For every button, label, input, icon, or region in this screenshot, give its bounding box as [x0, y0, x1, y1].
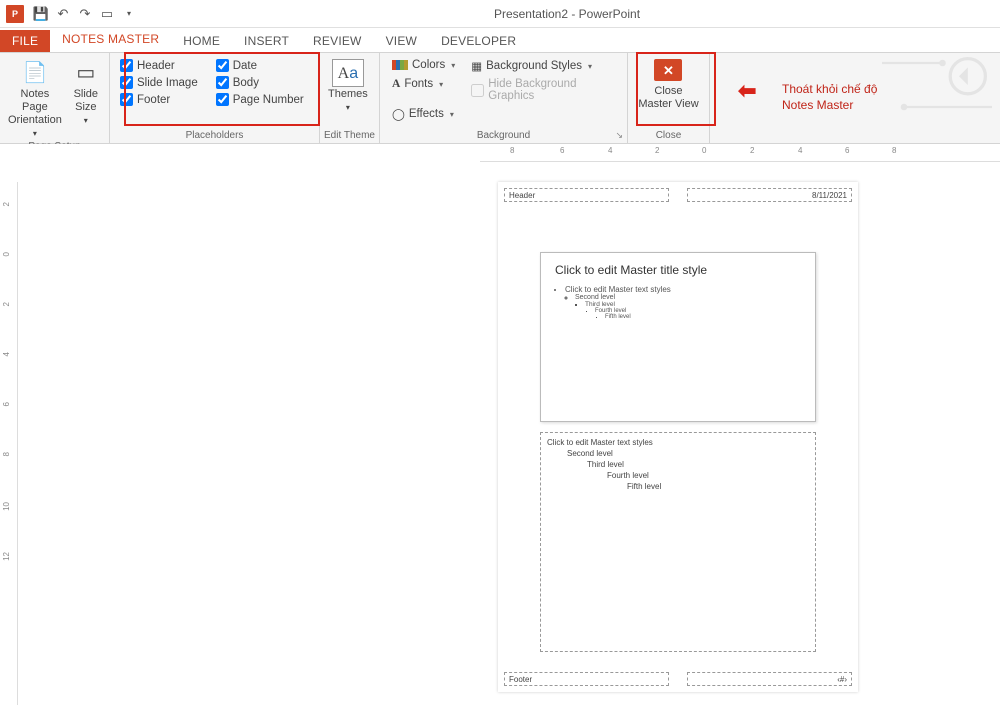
tab-review[interactable]: REVIEW — [301, 30, 374, 52]
slide-body: Click to edit Master text styles Second … — [555, 285, 801, 320]
themes-icon: Aa — [332, 59, 364, 87]
powerpoint-icon: P — [6, 5, 24, 23]
date-placeholder[interactable]: 8/11/2021 — [687, 188, 852, 202]
bg-styles-icon: ▦ — [471, 59, 482, 73]
save-icon[interactable]: 💾 — [30, 3, 52, 25]
title-bar: P 💾 ↶ ↷ ▭ ▾ Presentation2 - PowerPoint — [0, 0, 1000, 28]
orientation-label: Notes Page Orientation — [8, 88, 62, 127]
slide-size-icon: ▭ — [70, 59, 102, 87]
hide-background-checkbox[interactable]: Hide Background Graphics — [467, 76, 619, 104]
checkbox-date[interactable]: Date — [216, 59, 304, 72]
start-from-beginning-icon[interactable]: ▭ — [96, 3, 118, 25]
footer-placeholder[interactable]: Footer — [504, 672, 669, 686]
ribbon-tabs: FILE NOTES MASTER HOME INSERT REVIEW VIE… — [0, 28, 1000, 52]
checkbox-footer[interactable]: Footer — [120, 93, 198, 106]
group-label-edit-theme: Edit Theme — [324, 129, 375, 142]
horizontal-ruler: 8 6 4 2 0 2 4 6 8 — [480, 144, 1000, 162]
arrow-close: ⬅ — [738, 78, 756, 104]
redo-icon[interactable]: ↷ — [74, 3, 96, 25]
notes-page-orientation-button[interactable]: 📄 Notes Page Orientation▾ — [4, 55, 66, 140]
group-close: ✕ Close Master View Close — [628, 53, 710, 143]
group-page-setup: 📄 Notes Page Orientation▾ ▭ Slide Size▾ … — [0, 53, 110, 143]
page-number-placeholder[interactable]: ‹#› — [687, 672, 852, 686]
tab-developer[interactable]: DEVELOPER — [429, 30, 528, 52]
group-label-placeholders: Placeholders — [114, 129, 315, 142]
undo-icon[interactable]: ↶ — [52, 3, 74, 25]
background-styles-button[interactable]: ▦Background Styles▾ — [467, 57, 619, 75]
themes-label: Themes — [328, 88, 368, 101]
tab-home[interactable]: HOME — [171, 30, 232, 52]
annot-close: Thoát khỏi chế độ Notes Master — [776, 78, 883, 116]
fonts-icon: A — [392, 78, 400, 90]
notes-master-page[interactable]: Header 8/11/2021 Click to edit Master ti… — [498, 182, 858, 692]
themes-button[interactable]: Aa Themes ▾ — [324, 55, 372, 114]
effects-button[interactable]: ◯Effects▾ — [388, 105, 459, 123]
customize-qat-icon[interactable]: ▾ — [118, 3, 140, 25]
window-title: Presentation2 - PowerPoint — [140, 7, 994, 21]
colors-button[interactable]: Colors▾ — [388, 57, 459, 73]
tab-file[interactable]: FILE — [0, 30, 50, 52]
orientation-icon: 📄 — [19, 59, 51, 87]
effects-icon: ◯ — [392, 107, 405, 121]
fonts-button[interactable]: AFonts▾ — [388, 76, 459, 92]
slide-size-button[interactable]: ▭ Slide Size▾ — [66, 55, 106, 127]
notes-body-placeholder[interactable]: Click to edit Master text styles Second … — [540, 432, 816, 652]
checkbox-page-number[interactable]: Page Number — [216, 93, 304, 106]
vertical-ruler: 2 0 2 4 6 8 10 12 — [0, 182, 18, 705]
slide-size-label: Slide Size — [74, 88, 98, 114]
workspace: 8 6 4 2 0 2 4 6 8 2 0 2 4 6 8 10 12 Head… — [0, 144, 1000, 705]
slide-image-placeholder[interactable]: Click to edit Master title style Click t… — [540, 252, 816, 422]
group-label-close: Close — [632, 129, 705, 142]
group-background: Colors▾ ▦Background Styles▾ AFonts▾ Hide… — [380, 53, 628, 143]
checkbox-body[interactable]: Body — [216, 76, 304, 89]
dialog-launcher-icon[interactable]: ↘ — [615, 130, 623, 141]
tab-insert[interactable]: INSERT — [232, 30, 301, 52]
header-placeholder[interactable]: Header — [504, 188, 669, 202]
close-icon: ✕ — [654, 59, 682, 81]
checkbox-slide-image[interactable]: Slide Image — [120, 76, 198, 89]
checkbox-header[interactable]: Header — [120, 59, 198, 72]
close-master-view-button[interactable]: ✕ Close Master View — [634, 55, 702, 111]
colors-icon — [392, 60, 408, 70]
group-label-background: Background↘ — [384, 129, 623, 142]
group-edit-theme: Aa Themes ▾ Edit Theme — [320, 53, 380, 143]
tab-view[interactable]: VIEW — [374, 30, 429, 52]
slide-title: Click to edit Master title style — [555, 263, 801, 277]
tab-notes-master[interactable]: NOTES MASTER — [50, 28, 171, 52]
group-placeholders: Header Date Slide Image Body Footer Page… — [110, 53, 320, 143]
close-label: Close Master View — [638, 85, 698, 111]
